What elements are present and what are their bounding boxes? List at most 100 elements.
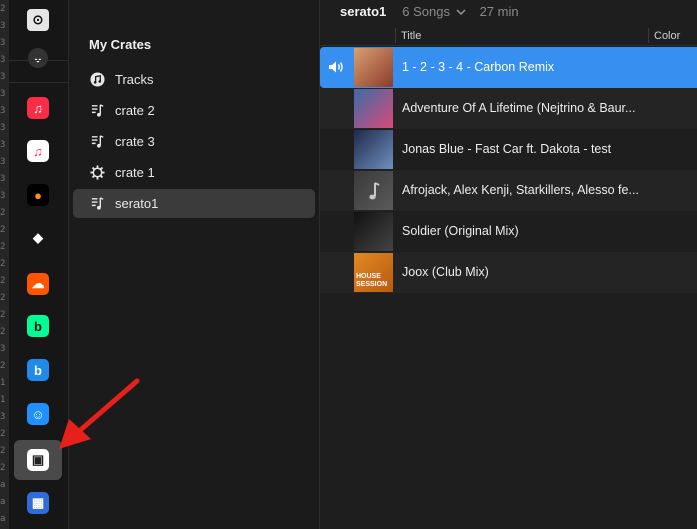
edge-char: 2	[0, 4, 6, 14]
edge-char: 3	[0, 191, 6, 201]
edge-char: a	[0, 514, 6, 524]
track-row[interactable]: Jonas Blue - Fast Car ft. Dakota - test	[320, 129, 697, 170]
edge-char: 1	[0, 395, 6, 405]
crate-title: serato1	[340, 3, 387, 19]
edge-char: 3	[0, 55, 6, 65]
edge-char: 3	[0, 89, 6, 99]
playlist-icon	[87, 134, 107, 149]
crate-item-crate-2[interactable]: crate 2	[73, 96, 315, 125]
crate-item-label: crate 2	[115, 103, 155, 118]
column-divider[interactable]	[395, 28, 396, 43]
edge-char: 2	[0, 225, 6, 235]
edge-char: 2	[0, 446, 6, 456]
crate-item-label: crate 3	[115, 134, 155, 149]
album-art: HOUSE SESSION	[354, 253, 393, 292]
dock-item-video-film[interactable]: ▦	[14, 483, 62, 523]
edge-char: 2	[0, 310, 6, 320]
edge-char: 3	[0, 106, 6, 116]
dock-item-tidal[interactable]: ◆	[14, 218, 62, 258]
column-header: Title Color	[320, 26, 697, 46]
dock-item-playback-control[interactable]: ⊙	[14, 0, 62, 40]
song-count-dropdown[interactable]: 6 Songs	[402, 3, 466, 19]
edge-char: 3	[0, 21, 6, 31]
finder-icon: ☺	[27, 403, 49, 425]
edge-char: 2	[0, 429, 6, 439]
album-art	[354, 89, 393, 128]
crate-header: serato1 6 Songs 27 min	[320, 0, 697, 22]
track-title: Joox (Club Mix)	[402, 265, 489, 279]
speaker-playing-icon	[328, 60, 344, 79]
crates-box-icon: ▣	[27, 449, 49, 471]
crates-heading: My Crates	[89, 37, 152, 52]
dock-divider	[9, 82, 68, 83]
track-title: Adventure Of A Lifetime (Nejtrino & Baur…	[402, 101, 636, 115]
track-row[interactable]: Soldier (Original Mix)	[320, 211, 697, 252]
playlist-icon	[87, 196, 107, 211]
edge-char: 3	[0, 157, 6, 167]
edge-char: 2	[0, 463, 6, 473]
dock-item-collapse-toggle[interactable]: ⌄	[14, 38, 62, 78]
crate-item-label: crate 1	[115, 165, 155, 180]
crate-item-serato1[interactable]: serato1	[73, 189, 315, 218]
edge-char: 2	[0, 293, 6, 303]
edge-char: 2	[0, 259, 6, 269]
playlist-icon	[87, 103, 107, 118]
beatport-icon: b	[27, 315, 49, 337]
album-art	[354, 171, 393, 210]
dock-item-beatport-orange[interactable]: ●	[14, 175, 62, 215]
song-count: 6 Songs	[402, 3, 450, 19]
edge-char: 2	[0, 327, 6, 337]
column-divider[interactable]	[648, 28, 649, 43]
track-title: Soldier (Original Mix)	[402, 224, 519, 238]
collapse-toggle-icon: ⌄	[28, 48, 48, 68]
edge-strip: 2333333333332222222232113222aaa	[0, 0, 9, 529]
album-art	[354, 212, 393, 251]
playback-control-icon: ⊙	[27, 9, 49, 31]
gear-crate-icon	[87, 165, 107, 180]
edge-char: 2	[0, 208, 6, 218]
column-color[interactable]: Color	[654, 30, 680, 42]
album-art	[354, 130, 393, 169]
track-row[interactable]: Adventure Of A Lifetime (Nejtrino & Baur…	[320, 88, 697, 129]
album-art-text: HOUSE SESSION	[356, 273, 388, 288]
album-art	[354, 48, 393, 87]
soundcloud-icon: ☁	[27, 273, 49, 295]
crate-duration: 27 min	[479, 3, 519, 19]
track-title: Jonas Blue - Fast Car ft. Dakota - test	[402, 142, 612, 156]
track-row[interactable]: Afrojack, Alex Kenji, Starkillers, Aless…	[320, 170, 697, 211]
apple-music-icon: ♫	[27, 97, 49, 119]
edge-char: 3	[0, 344, 6, 354]
dock-item-apple-music[interactable]: ♫	[14, 88, 62, 128]
crate-item-crate-1[interactable]: crate 1	[73, 158, 315, 187]
edge-char: a	[0, 480, 6, 490]
chevron-down-icon	[456, 9, 466, 16]
annotation-arrow-icon	[59, 378, 140, 449]
column-title[interactable]: Title	[401, 30, 421, 42]
dock-item-itunes[interactable]: ♫	[14, 131, 62, 171]
crate-item-crate-3[interactable]: crate 3	[73, 127, 315, 156]
edge-char: 2	[0, 242, 6, 252]
music-note-icon	[87, 72, 107, 87]
edge-char: 3	[0, 174, 6, 184]
crate-item-tracks[interactable]: Tracks	[73, 65, 315, 94]
edge-char: 3	[0, 140, 6, 150]
itunes-icon: ♫	[27, 140, 49, 162]
edge-char: 3	[0, 123, 6, 133]
edge-char: 3	[0, 412, 6, 422]
beatsource-icon: b	[27, 359, 49, 381]
edge-char: a	[0, 497, 6, 507]
track-panel: serato1 6 Songs 27 min Title Color 1 - 2…	[320, 0, 697, 529]
track-row[interactable]: HOUSE SESSION Joox (Club Mix)	[320, 252, 697, 293]
track-row[interactable]: 1 - 2 - 3 - 4 - Carbon Remix	[320, 47, 697, 88]
tidal-icon: ◆	[27, 227, 49, 249]
track-title: 1 - 2 - 3 - 4 - Carbon Remix	[402, 60, 555, 74]
edge-char: 2	[0, 361, 6, 371]
track-title: Afrojack, Alex Kenji, Starkillers, Aless…	[402, 183, 639, 197]
dock-item-beatport[interactable]: b	[14, 306, 62, 346]
video-film-icon: ▦	[27, 492, 49, 514]
edge-char: 3	[0, 38, 6, 48]
beatport-orange-icon: ●	[27, 184, 49, 206]
dock-item-soundcloud[interactable]: ☁	[14, 264, 62, 304]
edge-char: 1	[0, 378, 6, 388]
crate-item-label: Tracks	[115, 72, 154, 87]
